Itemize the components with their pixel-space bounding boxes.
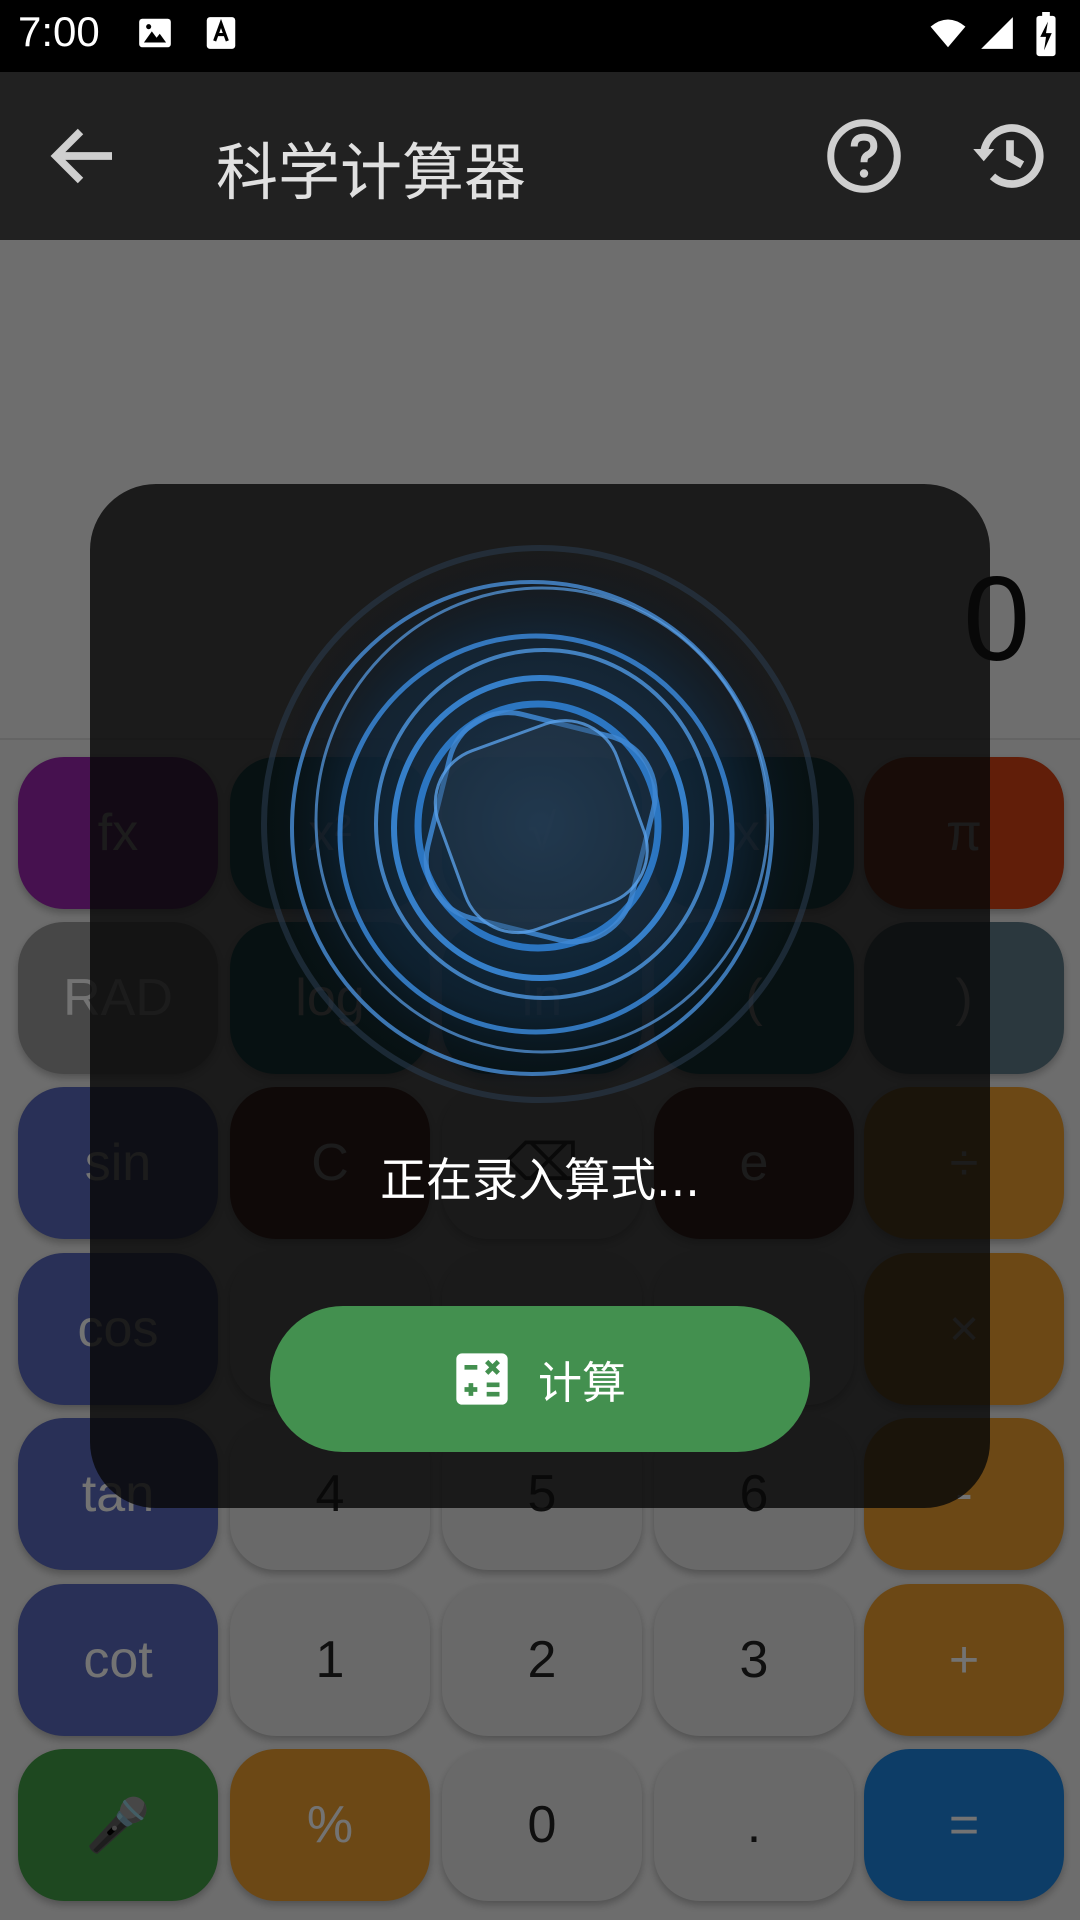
page-title: 科学计算器 <box>216 136 527 209</box>
app-toolbar: 科学计算器 <box>0 72 1080 240</box>
help-icon[interactable] <box>822 114 906 198</box>
wifi-icon <box>930 19 966 48</box>
status-time: 7:00 <box>18 8 100 55</box>
history-icon[interactable] <box>968 114 1052 198</box>
voice-waveform-animation <box>261 545 819 1103</box>
back-arrow-icon[interactable] <box>42 114 126 198</box>
voice-input-dialog: 正在录入算式... 计算 <box>90 484 990 1508</box>
image-notification-icon <box>139 18 171 48</box>
status-bar: 7:00 <box>0 0 1080 72</box>
calculate-button[interactable]: 计算 <box>270 1306 810 1452</box>
cellular-signal-icon <box>981 17 1013 49</box>
app-notification-icon <box>206 17 236 49</box>
calculate-button-label: 计算 <box>538 1358 626 1409</box>
recording-status-text: 正在录入算式... <box>380 1153 700 1207</box>
calculator-icon <box>456 1353 508 1405</box>
battery-charging-icon <box>1036 12 1056 57</box>
